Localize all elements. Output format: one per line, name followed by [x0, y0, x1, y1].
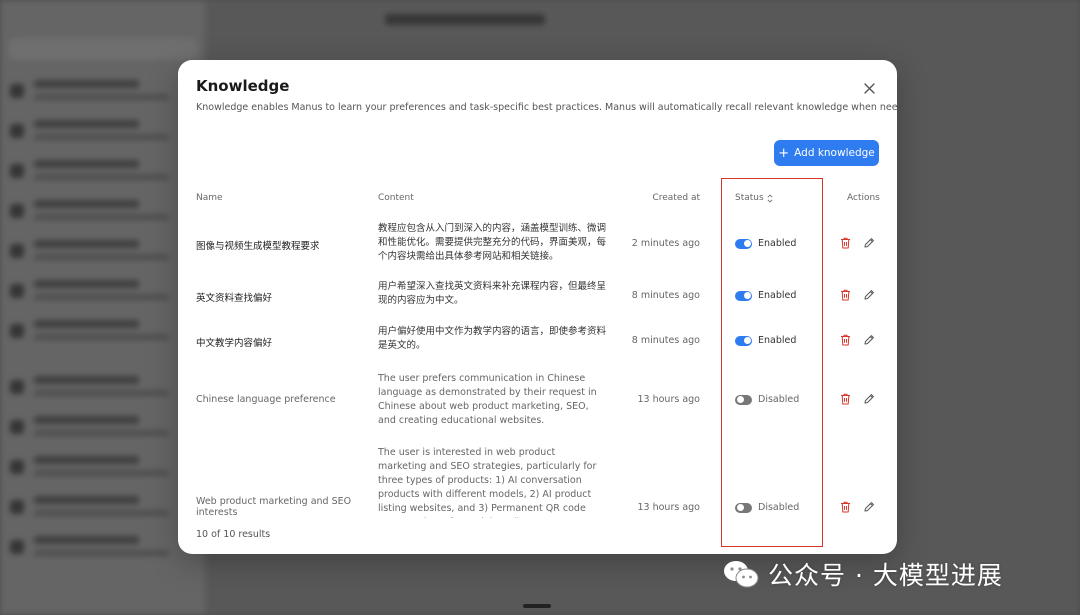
wechat-logo-icon — [724, 561, 759, 588]
modal-title: Knowledge — [196, 77, 290, 95]
row-content: 用户偏好使用中文作为教学内容的语言，即使参考资料是英文的。 — [378, 326, 607, 351]
results-count: 10 of 10 results — [196, 529, 271, 540]
edit-icon — [864, 237, 874, 247]
watermark: 公众号 · 大模型进展 — [722, 556, 1003, 592]
row-name: 英文资料查找偏好 — [196, 293, 273, 304]
trash-icon — [841, 393, 850, 404]
delete-button[interactable] — [839, 500, 852, 513]
row-content: 教程应包含从入门到深入的内容，涵盖模型训练、微调和性能优化。需要提供完整充分的代… — [378, 223, 607, 262]
edit-icon — [864, 393, 874, 403]
trash-icon — [841, 289, 850, 300]
row-name: Web product marketing and SEO interests — [196, 496, 352, 518]
column-header-created-at: Created at — [652, 193, 700, 203]
row-created-at: 8 minutes ago — [631, 335, 700, 346]
edit-icon — [864, 334, 874, 344]
edit-button[interactable] — [862, 288, 875, 301]
trash-icon — [841, 237, 850, 248]
row-name: 图像与视频生成模型教程要求 — [196, 241, 320, 252]
add-knowledge-label: Add knowledge — [794, 147, 875, 159]
row-actions — [839, 288, 875, 301]
row-actions — [839, 236, 875, 249]
row-created-at: 13 hours ago — [637, 502, 700, 513]
modal-description: Knowledge enables Manus to learn your pr… — [196, 102, 897, 113]
status-highlight-box — [721, 178, 823, 547]
trash-icon — [841, 334, 850, 345]
row-actions — [839, 392, 875, 405]
row-created-at: 8 minutes ago — [631, 290, 700, 301]
edit-button[interactable] — [862, 392, 875, 405]
edit-icon — [864, 501, 874, 511]
edit-button[interactable] — [862, 236, 875, 249]
edit-icon — [864, 289, 874, 299]
row-created-at: 2 minutes ago — [631, 238, 700, 249]
delete-button[interactable] — [839, 333, 852, 346]
add-knowledge-button[interactable]: + Add knowledge — [774, 140, 879, 166]
row-content: The user is interested in web product ma… — [378, 447, 597, 518]
edit-button[interactable] — [862, 333, 875, 346]
row-name: Chinese language preference — [196, 394, 336, 405]
watermark-text: 公众号 · 大模型进展 — [768, 561, 1003, 590]
delete-button[interactable] — [839, 236, 852, 249]
trash-icon — [841, 501, 850, 512]
column-header-content: Content — [378, 193, 414, 203]
delete-button[interactable] — [839, 392, 852, 405]
row-content: The user prefers communication in Chines… — [378, 373, 597, 426]
row-actions — [839, 333, 875, 346]
plus-icon: + — [778, 145, 790, 161]
home-indicator — [523, 604, 551, 608]
column-header-actions: Actions — [847, 193, 880, 203]
column-header-name: Name — [196, 193, 223, 203]
row-name: 中文教学内容偏好 — [196, 338, 273, 349]
delete-button[interactable] — [839, 288, 852, 301]
edit-button[interactable] — [862, 500, 875, 513]
row-content: 用户希望深入查找英文资料来补充课程内容，但最终呈现的内容应为中文。 — [378, 281, 607, 306]
row-actions — [839, 500, 875, 513]
row-created-at: 13 hours ago — [637, 394, 700, 405]
close-button[interactable] — [858, 77, 880, 99]
close-icon — [863, 82, 875, 94]
